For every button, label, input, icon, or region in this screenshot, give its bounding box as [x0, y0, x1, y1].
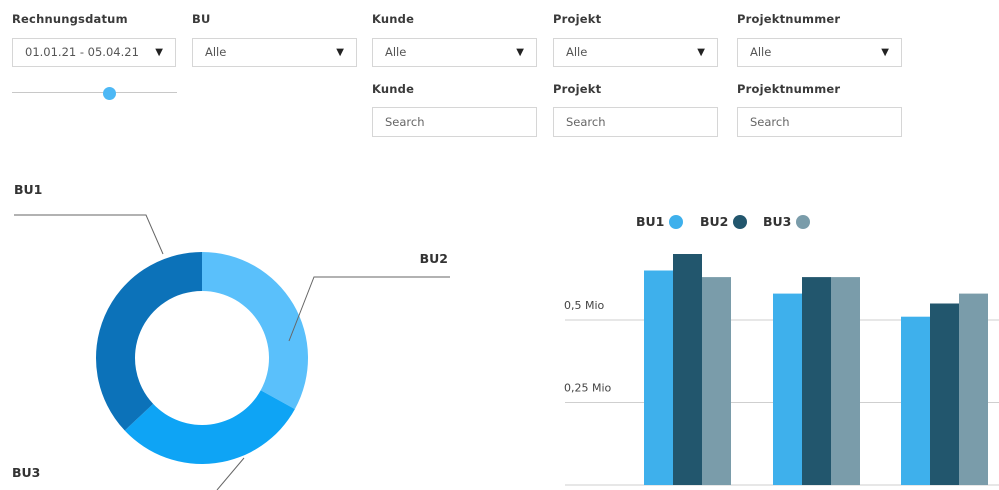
kunde-search-input[interactable] [372, 107, 537, 137]
legend-swatch-bu3 [796, 215, 810, 229]
projekt-select[interactable]: Alle ▼ [553, 38, 718, 67]
y-tick-label: 0,25 Mio [564, 382, 612, 395]
donut-label-bu1: BU1 [14, 182, 42, 197]
bar-bu1-group3[interactable] [901, 316, 930, 485]
donut-label-bu2: BU2 [420, 251, 448, 266]
legend-swatch-bu1 [669, 215, 683, 229]
projekt-value: Alle [566, 45, 588, 59]
projekt-label: Projekt [553, 12, 602, 26]
bar-bu3-group1[interactable] [702, 277, 731, 485]
rechnungsdatum-label: Rechnungsdatum [12, 12, 128, 26]
y-tick-label: 0,5 Mio [564, 299, 605, 312]
bu-select[interactable]: Alle ▼ [192, 38, 357, 67]
bar-bu2-group3[interactable] [930, 303, 959, 486]
chevron-down-icon: ▼ [336, 47, 344, 58]
chevron-down-icon: ▼ [697, 47, 705, 58]
bu-label: BU [192, 12, 211, 26]
bu-donut-chart: BU1 BU2 BU3 [12, 182, 450, 490]
donut-slice-bu1[interactable] [96, 252, 202, 431]
chevron-down-icon: ▼ [516, 47, 524, 58]
legend-label-bu3: BU3 [763, 214, 791, 229]
bar-bu2-group1[interactable] [673, 254, 702, 485]
bu-bar-chart: 0,25 Mio 0,5 Mio BU1 BU2 BU3 [564, 214, 999, 486]
kunde-value: Alle [385, 45, 407, 59]
donut-slice-bu2[interactable] [202, 252, 309, 410]
projekt-search-label: Projekt [553, 82, 602, 96]
bar-bu1-group1[interactable] [644, 270, 673, 486]
legend-swatch-bu2 [733, 215, 747, 229]
kunde-search-label: Kunde [372, 82, 415, 96]
leader-line-bu2 [288, 276, 450, 342]
kunde-label: Kunde [372, 12, 415, 26]
projektnummer-label: Projektnummer [737, 12, 841, 26]
legend-label-bu2: BU2 [700, 214, 728, 229]
donut-label-bu3: BU3 [12, 465, 40, 480]
bar-bu1-group2[interactable] [773, 293, 802, 485]
chevron-down-icon: ▼ [155, 47, 163, 58]
date-range-slider-track[interactable] [12, 92, 177, 93]
bar-bu3-group2[interactable] [831, 277, 860, 485]
chevron-down-icon: ▼ [881, 47, 889, 58]
rechnungsdatum-value: 01.01.21 - 05.04.21 [25, 45, 139, 59]
bar-bu3-group3[interactable] [959, 293, 988, 485]
projektnummer-value: Alle [750, 45, 772, 59]
bu-value: Alle [205, 45, 227, 59]
bar-bu2-group2[interactable] [802, 277, 831, 485]
legend-label-bu1: BU1 [636, 214, 664, 229]
projektnummer-search-input[interactable] [737, 107, 902, 137]
projekt-search-input[interactable] [553, 107, 718, 137]
date-range-slider-handle[interactable] [103, 87, 116, 100]
kunde-select[interactable]: Alle ▼ [372, 38, 537, 67]
leader-line-bu1 [14, 214, 164, 255]
projektnummer-search-label: Projektnummer [737, 82, 841, 96]
projektnummer-select[interactable]: Alle ▼ [737, 38, 902, 67]
leader-line-bu3 [216, 457, 245, 490]
rechnungsdatum-select[interactable]: 01.01.21 - 05.04.21 ▼ [12, 38, 176, 67]
